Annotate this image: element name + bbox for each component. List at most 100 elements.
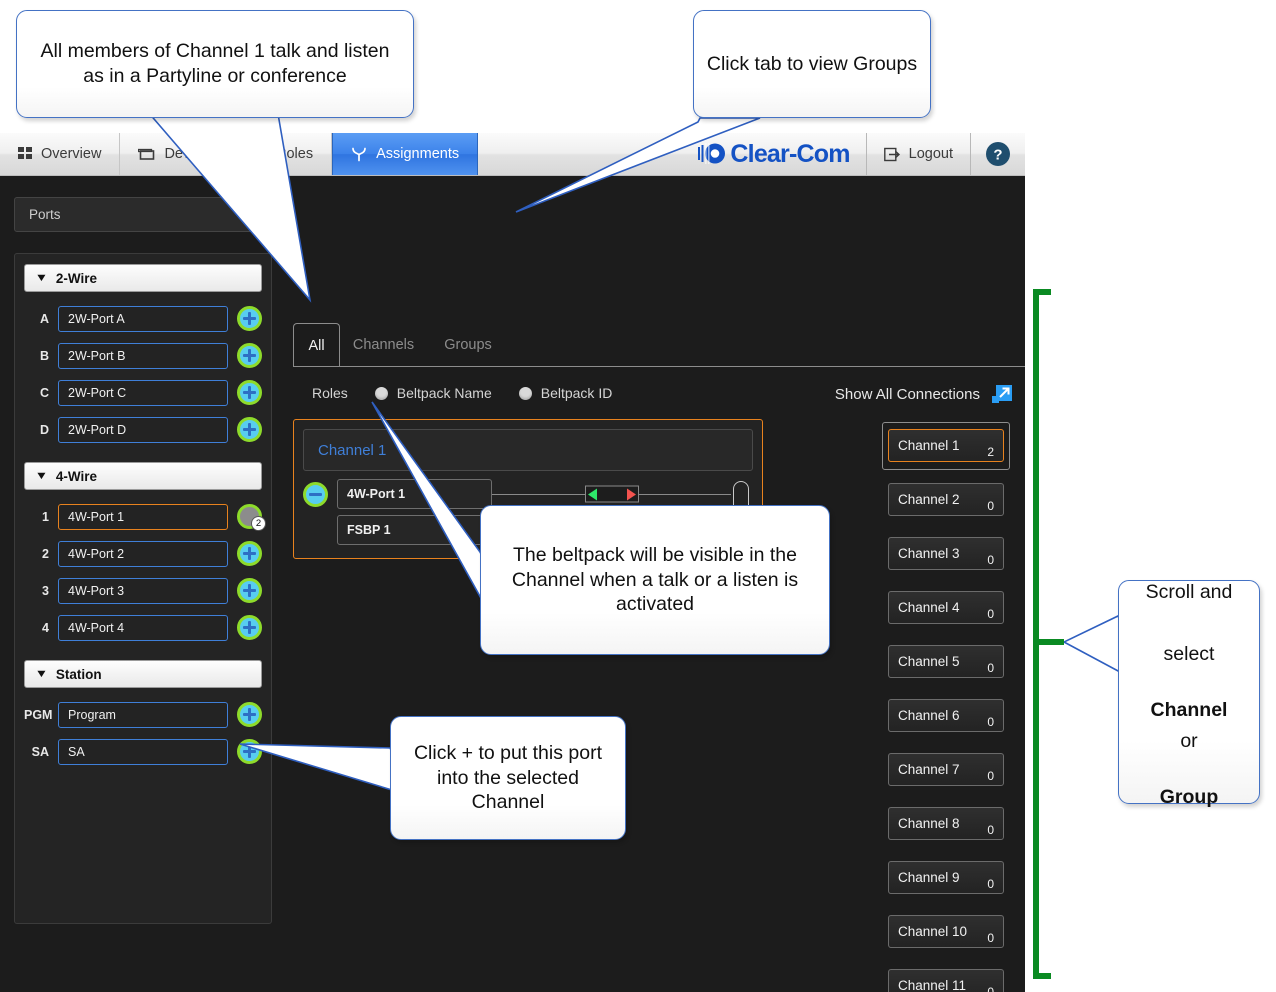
member-connection-line bbox=[492, 485, 731, 503]
port-index-label: B bbox=[39, 348, 49, 363]
port-name-input[interactable]: 2W-Port D bbox=[58, 416, 228, 443]
ports-group-header[interactable]: ▼ 4-Wire bbox=[24, 462, 262, 490]
callout-click-plus-text: Click + to put this port into the select… bbox=[413, 741, 603, 814]
channel-group-list[interactable]: Channel 1 2 Channel 2 0 Channel 3 0 Channel 4 0… bbox=[888, 429, 1004, 992]
tab-all[interactable]: All bbox=[293, 323, 340, 367]
ports-group-header[interactable]: ▼ 2-Wire bbox=[24, 264, 262, 292]
add-port-to-channel-button[interactable] bbox=[237, 417, 262, 442]
tab-label: Groups bbox=[444, 337, 492, 353]
nav-item-devices[interactable]: Devices bbox=[120, 133, 236, 175]
port-name-input[interactable]: 2W-Port A bbox=[58, 305, 228, 332]
port-row: 4 4W-Port 4 bbox=[24, 609, 262, 646]
channel-member-count: 0 bbox=[987, 499, 994, 513]
member-name-field[interactable]: FSBP 1 bbox=[337, 515, 492, 545]
add-port-to-channel-button[interactable] bbox=[237, 739, 262, 764]
svg-text:?: ? bbox=[993, 147, 1002, 164]
port-name-value: Program bbox=[68, 707, 116, 722]
remove-member-button[interactable] bbox=[303, 481, 328, 507]
channel-list-item-label: Channel 8 bbox=[898, 816, 960, 831]
channel-list-item[interactable]: Channel 7 0 bbox=[888, 753, 1004, 786]
nav-item-overview[interactable]: Overview bbox=[0, 133, 121, 175]
add-port-to-channel-button[interactable] bbox=[237, 380, 262, 405]
port-row: C 2W-Port C bbox=[24, 374, 262, 411]
channel-member-count: 0 bbox=[987, 985, 994, 992]
add-port-to-channel-button[interactable] bbox=[237, 306, 262, 331]
show-all-connections-label: Show All Connections bbox=[834, 385, 980, 403]
channel-list-item[interactable]: Channel 10 0 bbox=[888, 915, 1004, 948]
nav-item-overview-label: Overview bbox=[41, 146, 102, 162]
port-row: A 2W-Port A bbox=[24, 300, 262, 337]
channel-list-item-label: Channel 9 bbox=[898, 870, 960, 885]
channel-list-item[interactable]: Channel 1 2 bbox=[888, 429, 1004, 462]
member-name-field[interactable]: 4W-Port 1 bbox=[337, 479, 492, 509]
radio-beltpack-id-label: Beltpack ID bbox=[540, 385, 613, 401]
channel-list-item[interactable]: Channel 11 0 bbox=[888, 969, 1004, 992]
channel-list-item-label: Channel 1 bbox=[898, 438, 960, 453]
nav-item-devices-label: Devices bbox=[164, 146, 217, 162]
logout-button[interactable]: Logout bbox=[865, 133, 971, 175]
port-name-input[interactable]: 2W-Port C bbox=[58, 379, 228, 406]
show-all-connections-button[interactable]: Show All Connections bbox=[835, 383, 1013, 405]
radio-beltpack-id-circle[interactable] bbox=[518, 386, 532, 400]
channel-list-item[interactable]: Channel 9 0 bbox=[888, 861, 1004, 894]
port-index-label: 2 bbox=[42, 546, 49, 561]
roles-label: Roles bbox=[312, 385, 348, 401]
channel-list-item[interactable]: Channel 2 0 bbox=[888, 483, 1004, 516]
ports-group-spacer bbox=[24, 646, 262, 660]
port-name-input[interactable]: 4W-Port 4 bbox=[58, 614, 228, 641]
callout-click-plus: Click + to put this port into the select… bbox=[390, 716, 626, 840]
port-name-input[interactable]: 4W-Port 3 bbox=[58, 577, 228, 604]
callout-groups-tab: Click tab to view Groups bbox=[693, 10, 931, 118]
port-index-label: D bbox=[39, 422, 49, 437]
port-name-input[interactable]: Program bbox=[58, 701, 228, 728]
port-row: B 2W-Port B bbox=[24, 337, 262, 374]
port-assigned-indicator[interactable]: 2 bbox=[237, 504, 266, 531]
port-name-input[interactable]: 4W-Port 2 bbox=[58, 540, 228, 567]
member-name-label: FSBP 1 bbox=[347, 523, 391, 537]
channel-list-item[interactable]: Channel 8 0 bbox=[888, 807, 1004, 840]
callout-beltpack-visible-text: The beltpack will be visible in the Chan… bbox=[511, 543, 799, 616]
ports-header-label: Ports bbox=[29, 207, 61, 222]
channel-member-count: 0 bbox=[987, 877, 994, 891]
add-port-to-channel-button[interactable] bbox=[237, 541, 262, 566]
help-button[interactable]: ? bbox=[971, 141, 1025, 167]
channel-list-item[interactable]: Channel 4 0 bbox=[888, 591, 1004, 624]
channel-list-item[interactable]: Channel 5 0 bbox=[888, 645, 1004, 678]
chevron-down-icon: ▼ bbox=[34, 470, 49, 482]
ports-group-header[interactable]: ▼ Station bbox=[24, 660, 262, 688]
nav-right-cluster: Clear-Com Logout ? bbox=[688, 133, 1025, 175]
nav-item-roles[interactable]: Roles bbox=[235, 133, 333, 175]
channel-detail-title-label: Channel 1 bbox=[318, 441, 387, 459]
tab-groups[interactable]: Groups bbox=[427, 323, 509, 367]
port-index-label: 4 bbox=[42, 620, 49, 635]
callout-scroll-select: Scroll and select Channel or Group bbox=[1118, 580, 1260, 808]
port-index-label: C bbox=[39, 385, 49, 400]
external-link-icon[interactable] bbox=[991, 383, 1013, 405]
radio-beltpack-name[interactable]: Beltpack Name bbox=[374, 385, 492, 401]
callout-partyline: All members of Channel 1 talk and listen… bbox=[16, 10, 414, 118]
port-index-label: 1 bbox=[42, 509, 49, 524]
nav-item-assignments[interactable]: Assignments bbox=[332, 133, 479, 175]
port-name-input[interactable]: 2W-Port B bbox=[58, 342, 228, 369]
port-row: 2 4W-Port 2 bbox=[24, 535, 262, 572]
channel-member-count: 0 bbox=[987, 661, 994, 675]
port-name-input[interactable]: 4W-Port 1 bbox=[58, 503, 228, 530]
scroll-line-1: Scroll and bbox=[1145, 581, 1233, 604]
grid-icon bbox=[18, 147, 32, 161]
add-port-to-channel-button[interactable] bbox=[237, 578, 262, 603]
tab-channels[interactable]: Channels bbox=[340, 323, 427, 367]
channel-detail-title[interactable]: Channel 1 bbox=[303, 429, 753, 471]
assignments-branch-icon bbox=[351, 147, 367, 162]
channel-list-item[interactable]: Channel 3 0 bbox=[888, 537, 1004, 570]
port-index-label: 3 bbox=[42, 583, 49, 598]
port-name-input[interactable]: SA bbox=[58, 738, 228, 765]
brand-logo: Clear-Com bbox=[688, 140, 865, 169]
channel-list-item[interactable]: Channel 6 0 bbox=[888, 699, 1004, 732]
add-port-to-channel-button[interactable] bbox=[237, 615, 262, 640]
radio-beltpack-name-circle[interactable] bbox=[374, 386, 388, 400]
add-port-to-channel-button[interactable] bbox=[237, 702, 262, 727]
callout-partyline-text: All members of Channel 1 talk and listen… bbox=[40, 40, 390, 87]
radio-beltpack-id[interactable]: Beltpack ID bbox=[518, 385, 613, 401]
add-port-to-channel-button[interactable] bbox=[237, 343, 262, 368]
assignment-tabs: All Channels Groups bbox=[293, 323, 893, 367]
